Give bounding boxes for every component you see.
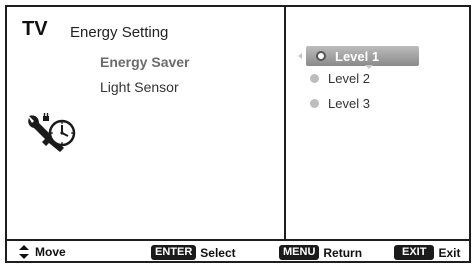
menu-title: Energy Setting <box>70 24 169 41</box>
exit-key-badge: EXIT <box>394 245 435 260</box>
option-level-3[interactable]: Level 3 <box>310 93 370 113</box>
radio-icon <box>310 73 319 83</box>
option-level-2[interactable]: Level 2 <box>310 68 370 88</box>
up-down-arrows-icon <box>19 245 29 259</box>
enter-key-badge: ENTER <box>151 245 197 260</box>
menu-pane: TV Energy Setting Energy Saver Light Sen… <box>7 7 286 239</box>
radio-icon <box>310 98 319 108</box>
energy-clock-wrench-icon <box>28 113 76 152</box>
arrow-left-icon <box>298 53 302 59</box>
menu-key-badge: MENU <box>279 245 320 260</box>
option-label: Level 2 <box>328 70 370 86</box>
footer-hints: Move ENTER Select MENU Return EXIT Exit <box>7 239 469 261</box>
tv-osd-screen: TV Energy Setting Energy Saver Light Sen… <box>5 5 471 263</box>
hint-return-label: Return <box>323 245 363 260</box>
hint-select-label: Select <box>200 245 236 260</box>
radio-selected-icon <box>316 51 326 61</box>
hint-return: MENU Return <box>279 245 362 260</box>
menu-item-energy-saver[interactable]: Energy Saver <box>100 54 190 70</box>
option-label: Level 1 <box>335 48 380 64</box>
hint-select: ENTER Select <box>151 245 236 260</box>
menu-item-light-sensor[interactable]: Light Sensor <box>100 79 179 95</box>
options-pane: Level 1 Level 2 Level 3 <box>288 7 469 239</box>
option-label: Level 3 <box>328 95 370 111</box>
option-level-1[interactable]: Level 1 <box>306 46 419 66</box>
hint-exit: EXIT Exit <box>394 245 460 260</box>
hint-move-label: Move <box>35 245 66 259</box>
hint-move: Move <box>19 245 66 259</box>
tv-label: TV <box>22 18 48 40</box>
hint-exit-label: Exit <box>438 245 461 260</box>
